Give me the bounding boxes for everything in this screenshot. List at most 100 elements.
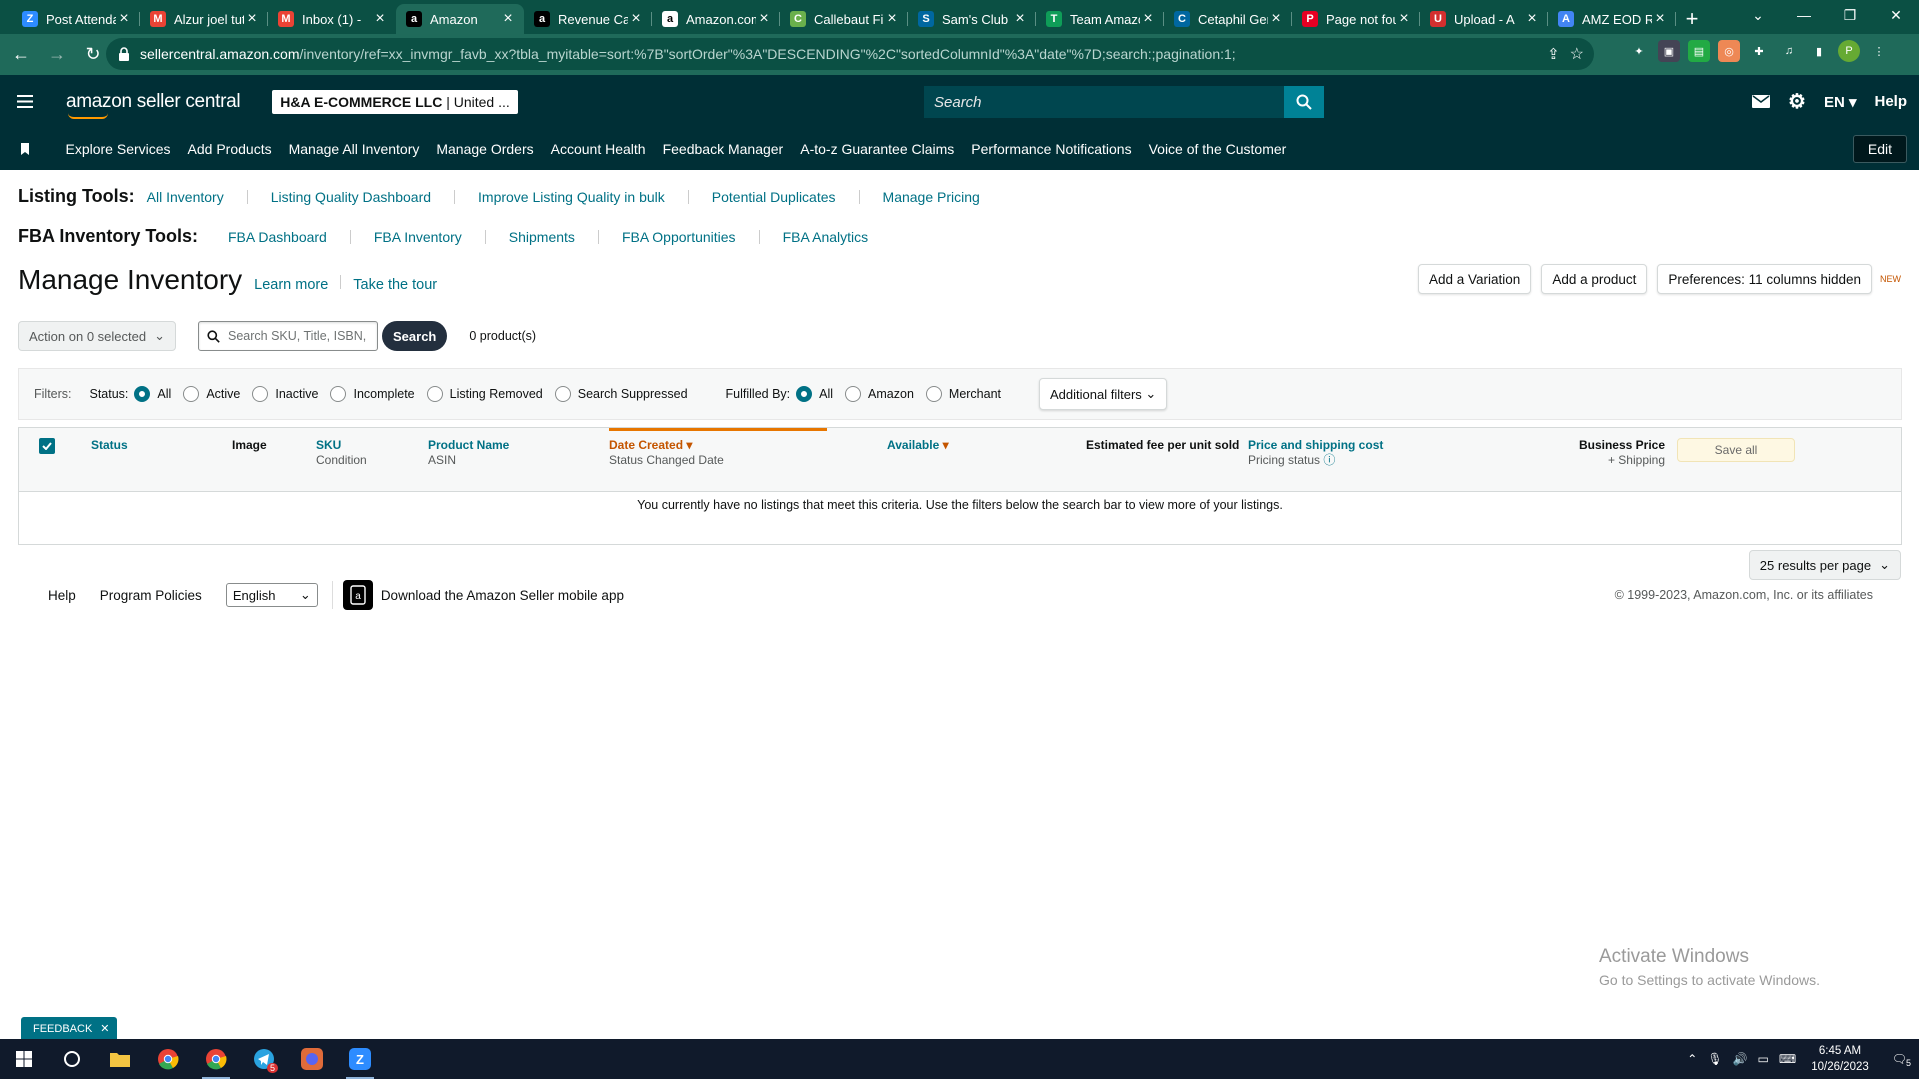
listing-tool-link[interactable]: Potential Duplicates (712, 189, 836, 205)
tab-close-icon[interactable]: × (116, 10, 132, 28)
add-product-button[interactable]: Add a product (1541, 264, 1648, 294)
bookmark-star-icon[interactable]: ☆ (1570, 44, 1584, 64)
extension-puzzle-icon[interactable]: ✦ (1628, 40, 1650, 62)
discord-icon[interactable] (288, 1039, 336, 1079)
fba-tool-link[interactable]: FBA Dashboard (228, 229, 327, 245)
radio-button[interactable] (330, 386, 347, 402)
bookmark-icon[interactable] (0, 143, 50, 155)
fba-tool-link[interactable]: Shipments (509, 229, 575, 245)
account-switcher[interactable]: H&A E-COMMERCE LLC | United ... (272, 89, 518, 114)
browser-tab[interactable]: M Alzur joel tutorial× (140, 4, 268, 34)
learn-more-link[interactable]: Learn more (254, 277, 328, 293)
nav-item[interactable]: Performance Notifications (971, 141, 1131, 157)
restore-button[interactable]: ❐ (1827, 0, 1873, 30)
radio-button[interactable] (426, 386, 443, 402)
extensions-icon[interactable]: ✚ (1748, 40, 1770, 62)
radio-button[interactable] (554, 386, 571, 402)
nav-item[interactable]: Manage All Inventory (289, 141, 420, 157)
telegram-icon[interactable]: 5 (240, 1039, 288, 1079)
header-search-button[interactable] (1284, 86, 1324, 118)
col-sku[interactable]: SKU Condition (316, 438, 367, 468)
keyboard-icon[interactable]: ⌨ (1779, 1052, 1796, 1066)
download-app-link[interactable]: Download the Amazon Seller mobile app (381, 588, 624, 603)
share-icon[interactable]: ⇪ (1547, 45, 1560, 63)
browser-tab[interactable]: T Team Amazon× (1036, 4, 1164, 34)
notifications-icon[interactable]: 🗨 5 (1892, 1052, 1911, 1068)
address-bar[interactable]: sellercentral.amazon.com/inventory/ref=x… (106, 38, 1594, 70)
settings-gear-icon[interactable]: ⚙ (1788, 89, 1806, 114)
select-all-checkbox[interactable] (39, 438, 55, 454)
status-filter-option[interactable]: Incomplete (330, 386, 415, 402)
chrome-profile-icon[interactable] (192, 1039, 240, 1079)
status-filter-option[interactable]: Inactive (252, 386, 318, 402)
status-filter-option[interactable]: Listing Removed (426, 386, 543, 402)
tab-close-icon[interactable]: × (372, 10, 388, 28)
footer-language-select[interactable]: English ⌄ (225, 583, 318, 607)
help-link[interactable]: Help (1874, 93, 1907, 110)
extension-icon[interactable]: ◎ (1718, 40, 1740, 62)
fulfilled-filter-option[interactable]: All (796, 386, 833, 402)
listing-tool-link[interactable]: Improve Listing Quality in bulk (478, 189, 665, 205)
col-price[interactable]: Price and shipping cost Pricing status ⓘ (1248, 438, 1383, 468)
mail-icon[interactable] (1752, 95, 1770, 108)
extension-icon[interactable]: ▤ (1688, 40, 1710, 62)
status-filter-option[interactable]: Search Suppressed (554, 386, 688, 402)
seller-central-logo[interactable]: amazon seller central (66, 91, 241, 119)
tab-close-icon[interactable]: × (1012, 10, 1028, 28)
browser-tab[interactable]: P Page not found× (1292, 4, 1420, 34)
radio-button[interactable] (183, 386, 200, 402)
browser-tab[interactable]: Z Post Attendance× (12, 4, 140, 34)
preferences-button[interactable]: Preferences: 11 columns hidden (1657, 264, 1872, 294)
nav-item[interactable]: Manage Orders (436, 141, 533, 157)
media-icon[interactable]: ♫ (1778, 40, 1800, 62)
language-selector[interactable]: EN ▾ (1824, 93, 1857, 111)
status-filter-option[interactable]: Active (183, 386, 240, 402)
tab-search-icon[interactable]: ⌄ (1735, 0, 1781, 30)
back-button[interactable]: ← (6, 40, 36, 70)
feedback-tab[interactable]: FEEDBACK ✕ (21, 1017, 117, 1040)
browser-tab[interactable]: U Upload - A × (1420, 4, 1548, 34)
browser-menu-icon[interactable]: ⋮ (1868, 40, 1890, 62)
fba-tool-link[interactable]: FBA Inventory (374, 229, 462, 245)
browser-tab[interactable]: a Revenue Calculator× (524, 4, 652, 34)
fulfilled-filter-option[interactable]: Amazon (845, 386, 914, 402)
footer-policies-link[interactable]: Program Policies (100, 588, 202, 603)
search-taskbar-icon[interactable] (48, 1039, 96, 1079)
tab-close-icon[interactable]: × (1140, 10, 1156, 28)
listing-tool-link[interactable]: Manage Pricing (883, 189, 980, 205)
volume-icon[interactable]: 🔊 (1733, 1052, 1748, 1066)
additional-filters-button[interactable]: Additional filters ⌄ (1039, 378, 1168, 410)
bulk-action-select[interactable]: Action on 0 selected ⌄ (18, 321, 176, 351)
forward-button[interactable]: → (42, 40, 72, 70)
listing-tool-link[interactable]: Listing Quality Dashboard (271, 189, 431, 205)
file-explorer-icon[interactable] (96, 1039, 144, 1079)
status-filter-option[interactable]: All (134, 386, 171, 402)
add-variation-button[interactable]: Add a Variation (1418, 264, 1532, 294)
browser-tab[interactable]: C Callebaut Finest× (780, 4, 908, 34)
edit-nav-button[interactable]: Edit (1852, 135, 1907, 163)
nav-item[interactable]: Add Products (188, 141, 272, 157)
tab-close-icon[interactable]: × (1652, 10, 1668, 28)
tab-close-icon[interactable]: × (628, 10, 644, 28)
reload-button[interactable]: ↻ (78, 40, 108, 70)
inventory-search-input[interactable]: Search SKU, Title, ISBN, (198, 321, 378, 351)
radio-button[interactable] (796, 386, 813, 402)
listing-tool-link[interactable]: All Inventory (147, 189, 224, 205)
minimize-button[interactable]: — (1781, 0, 1827, 30)
nav-item[interactable]: A-to-z Guarantee Claims (800, 141, 954, 157)
browser-tab[interactable]: A AMZ EOD Report× (1548, 4, 1676, 34)
save-all-button[interactable]: Save all (1677, 438, 1795, 462)
fba-tool-link[interactable]: FBA Opportunities (622, 229, 736, 245)
browser-tab[interactable]: S Sam's Club × (908, 4, 1036, 34)
start-button[interactable] (0, 1039, 48, 1079)
browser-tab[interactable]: C Cetaphil Gentle× (1164, 4, 1292, 34)
fulfilled-filter-option[interactable]: Merchant (925, 386, 1001, 402)
microphone-icon[interactable]: 🎙 (1707, 1052, 1722, 1066)
radio-button[interactable] (845, 386, 862, 402)
nav-item[interactable]: Voice of the Customer (1149, 141, 1287, 157)
results-per-page-select[interactable]: 25 results per page ⌄ (1748, 550, 1901, 580)
footer-help-link[interactable]: Help (48, 588, 76, 603)
nav-item[interactable]: Explore Services (66, 141, 171, 157)
browser-tab[interactable]: a Amazon × (396, 4, 524, 34)
extension-icon[interactable]: ▣ (1658, 40, 1680, 62)
